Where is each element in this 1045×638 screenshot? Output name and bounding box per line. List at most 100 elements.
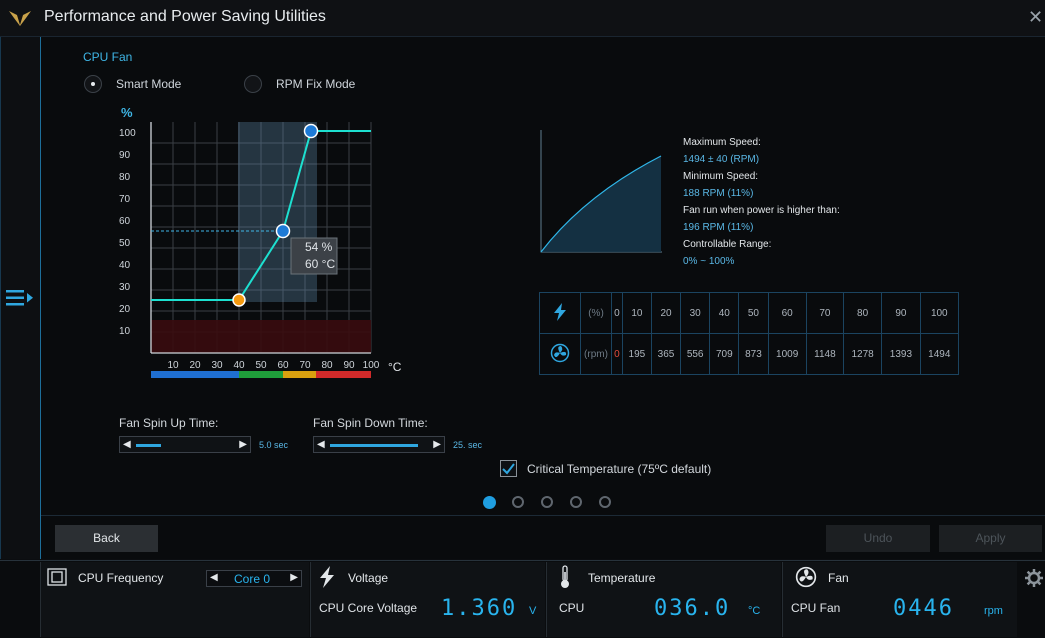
x-tick-label: 20 [189, 360, 201, 371]
core-prev-arrow-icon[interactable]: ◀ [210, 572, 218, 583]
window-title: Performance and Power Saving Utilities [44, 8, 326, 25]
critical-temp-checkbox[interactable] [500, 460, 517, 477]
section-title: CPU Fan [83, 50, 133, 64]
spin-up-slider[interactable]: ◀ ▶ [119, 436, 251, 453]
core-selector[interactable]: ◀ Core 0 ▶ [206, 570, 302, 587]
temperature-band [283, 371, 316, 378]
close-icon[interactable]: ✕ [1028, 8, 1044, 26]
lightning-icon [320, 566, 334, 588]
y-tick-label: 50 [119, 238, 131, 249]
temperature-title: Temperature [588, 571, 656, 585]
table-cell: 1494 [919, 333, 960, 375]
table-cell: 195 [621, 333, 652, 375]
cpu-frequency-title: CPU Frequency [78, 571, 164, 585]
cpu-core-voltage-value: 1.360 [441, 596, 518, 621]
table-cell: 40 [709, 292, 740, 334]
table-cell: 70 [805, 292, 844, 334]
y-axis-unit: % [121, 105, 133, 120]
y-tick-label: 10 [119, 326, 131, 337]
apply-button[interactable]: Apply [939, 525, 1042, 552]
x-tick-label: 70 [299, 360, 311, 371]
table-cell: 709 [709, 333, 740, 375]
table-cell: 20 [650, 292, 682, 334]
min-speed-value: 188 RPM (11%) [683, 188, 754, 199]
page-dot[interactable] [483, 496, 496, 509]
slider-left-arrow-icon[interactable]: ◀ [317, 439, 325, 451]
slider-right-arrow-icon[interactable]: ▶ [433, 439, 441, 451]
rpm-fix-mode-radio[interactable] [244, 75, 262, 93]
y-tick-label: 60 [119, 216, 131, 227]
table-cell: 1393 [881, 333, 921, 375]
back-button[interactable]: Back [55, 525, 158, 552]
table-cell: 0 [611, 333, 623, 375]
max-speed-value: 1494 ± 40 (RPM) [683, 154, 760, 165]
voltage-title: Voltage [348, 571, 389, 585]
tuf-logo-icon [9, 11, 31, 26]
table-cell: 1278 [842, 333, 883, 375]
slider-fill [136, 444, 161, 447]
y-tick-label: 70 [119, 194, 131, 205]
smart-mode-label: Smart Mode [116, 77, 182, 91]
y-tick-label: 100 [119, 128, 136, 139]
percent-unit: (%) [580, 292, 612, 334]
thermometer-icon [561, 565, 569, 588]
percent-row: (%) 0 10 20 30 40 50 60 70 80 90 100 [539, 292, 960, 334]
fan-icon [795, 566, 817, 588]
gear-icon[interactable] [1024, 568, 1044, 588]
slider-right-arrow-icon[interactable]: ▶ [239, 439, 247, 451]
table-cell: 90 [881, 292, 921, 334]
slider-fill [330, 444, 418, 447]
voltage-unit: V [529, 605, 537, 617]
speed-curve-preview [540, 130, 662, 253]
cpu-core-voltage-label: CPU Core Voltage [319, 601, 418, 615]
curve-point-handle [275, 223, 291, 239]
critical-temp-label: Critical Temperature (75ºC default) [527, 462, 712, 476]
undo-button[interactable]: Undo [826, 525, 930, 552]
spin-down-slider[interactable]: ◀ ▶ [313, 436, 445, 453]
power-threshold-label: Fan run when power is higher than: [683, 205, 840, 216]
cpu-chip-icon [47, 568, 67, 586]
temperature-unit: °C [748, 605, 761, 617]
cpu-temperature-label: CPU [559, 601, 585, 615]
x-tick-label: 80 [321, 360, 333, 371]
y-tick-label: 40 [119, 260, 131, 271]
x-tick-label: 30 [211, 360, 223, 371]
smart-mode-radio[interactable] [84, 75, 102, 93]
core-next-arrow-icon[interactable]: ▶ [290, 572, 298, 583]
fan-curve-graph[interactable]: % 100 90 80 70 60 50 40 30 20 10 10 20 30 40 50 60 70 80 90… [110, 100, 410, 390]
y-tick-label: 30 [119, 282, 131, 293]
y-tick-label: 80 [119, 172, 131, 183]
spin-up-value: 5.0 sec [259, 440, 289, 450]
temperature-band [151, 371, 239, 378]
x-tick-label: 60 [277, 360, 289, 371]
page-dot[interactable] [541, 496, 553, 508]
y-tick-label: 90 [119, 150, 131, 161]
table-cell: 10 [621, 292, 652, 334]
rpm-unit: (rpm) [580, 333, 612, 375]
rpm-fix-mode-label: RPM Fix Mode [276, 77, 356, 91]
x-tick-label: 90 [343, 360, 355, 371]
divider [41, 515, 1045, 516]
table-cell: 100 [919, 292, 960, 334]
tooltip-temperature: 60 °C [305, 257, 335, 271]
spin-up-label: Fan Spin Up Time: [119, 416, 219, 430]
slider-left-arrow-icon[interactable]: ◀ [123, 439, 131, 451]
menu-expand-icon[interactable] [4, 286, 36, 310]
temperature-band [316, 371, 371, 378]
tooltip-percent: 54 % [305, 240, 333, 254]
curve-tooltip: 54 % 60 °C [290, 237, 338, 275]
page-dot[interactable] [512, 496, 524, 508]
core-selector-value: Core 0 [234, 572, 271, 586]
page-dot[interactable] [599, 496, 611, 508]
controllable-range-label: Controllable Range: [683, 239, 772, 250]
cpu-fan-speed-value: 0446 [893, 596, 954, 621]
lightning-icon [539, 292, 581, 334]
table-cell: 1148 [805, 333, 844, 375]
page-dot[interactable] [570, 496, 582, 508]
x-tick-label: 40 [233, 360, 245, 371]
cpu-fan-label: CPU Fan [791, 601, 841, 615]
power-threshold-value: 196 RPM (11%) [683, 222, 754, 233]
spin-down-label: Fan Spin Down Time: [313, 416, 428, 430]
checkmark-icon [502, 463, 515, 475]
fan-title: Fan [828, 571, 849, 585]
